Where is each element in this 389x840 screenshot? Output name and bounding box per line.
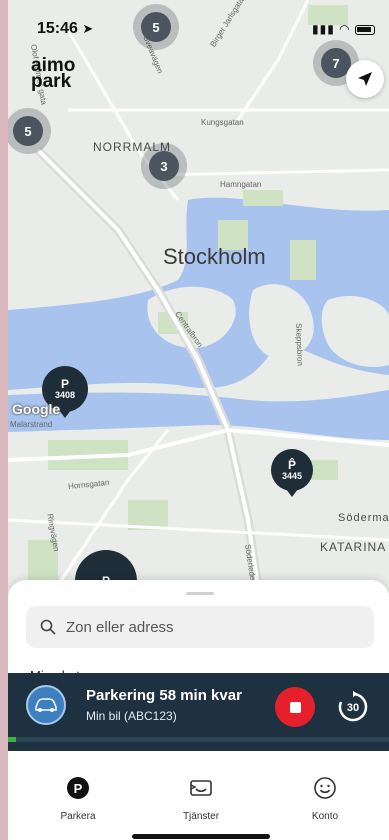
logo-line-2: park [31,71,72,92]
street-label: Skeppsbron [294,323,305,366]
parking-icon: P [33,773,123,803]
parking-zone-pin[interactable]: P̂ 3445 [271,449,313,497]
app-screen: Sveavägen Kungsgatan Hamngatan Centralbr… [8,0,389,840]
ticket-icon [156,773,246,803]
parking-progress-bar [8,737,389,742]
tab-label: Parkera [60,811,96,822]
street-label: Hamngatan [220,180,262,189]
active-parking-banner[interactable]: Parkering 58 min kvar Min bil (ABC123) 3… [8,673,389,751]
parking-p-icon: P̂ [287,458,296,472]
location-arrow-icon: ➤ [82,21,94,36]
google-attribution[interactable]: Google [12,401,60,417]
search-bar[interactable] [26,606,374,648]
parking-vehicle: Min bil (ABC123) [86,709,177,723]
tab-label: Tjänster [182,811,220,822]
wifi-icon: ◠ [339,22,351,36]
extend-30-button[interactable]: 30 [333,687,373,727]
search-icon [40,619,56,635]
map-view[interactable]: Sveavägen Kungsgatan Hamngatan Centralbr… [8,0,389,620]
tab-bar: P Parkera Tjänster Konto [8,751,389,840]
home-indicator[interactable] [132,834,270,839]
vehicle-avatar [26,685,66,725]
status-time-text: 15:46 [37,20,78,37]
zone-number: 3408 [54,390,76,400]
street-label: Malarstrand [10,420,53,429]
cluster-count: 3 [149,151,179,181]
map-canvas [8,0,389,620]
extend-time-icon: 30 [338,691,368,722]
district-label: Södermalm [338,512,389,524]
parking-cluster[interactable]: 3 [141,143,187,189]
status-time: 15:46 ➤ [37,20,93,38]
parking-time-remaining: Parkering 58 min kvar [86,687,242,704]
parking-cluster[interactable]: 5 [133,4,179,50]
tab-konto[interactable]: Konto [280,773,370,822]
parking-p-icon: P [60,377,69,391]
search-input[interactable] [66,618,326,636]
tab-tjanster[interactable]: Tjänster [156,773,246,822]
stop-icon [289,701,301,713]
stop-parking-button[interactable] [275,687,315,727]
aimo-park-logo: aimo park [31,56,75,92]
navigation-arrow-icon [358,72,372,86]
car-icon [35,698,57,712]
tab-parkera[interactable]: P Parkera [33,773,123,822]
my-location-button[interactable] [346,60,384,98]
signal-icon: ▮▮▮ [312,22,335,36]
tab-label: Konto [311,811,339,822]
zone-number: 3445 [281,471,303,481]
sheet-drag-handle[interactable] [186,592,214,595]
street-label: Kungsgatan [201,118,244,127]
cluster-count: 5 [13,116,43,146]
battery-icon [355,24,375,35]
district-label: KATARINA [320,540,387,554]
parking-progress-fill [8,737,16,742]
cluster-count: 5 [141,12,171,42]
smiley-icon [280,773,370,803]
city-label: Stockholm [163,244,266,269]
status-icons: ▮▮▮ ◠ [312,22,375,36]
extend-label: 30 [347,702,359,714]
